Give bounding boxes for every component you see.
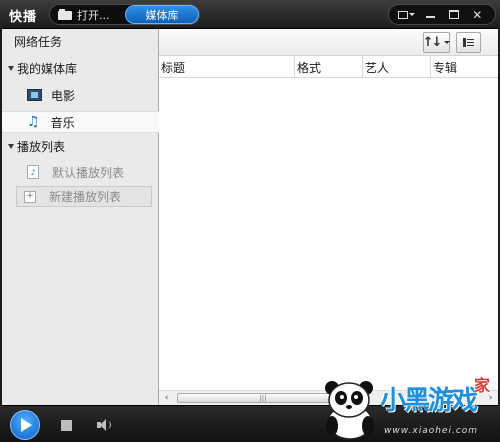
chevron-down-icon [444, 41, 451, 44]
open-file-button[interactable]: 打开... [58, 5, 110, 24]
view-mode-button[interactable] [456, 32, 481, 53]
minimize-button[interactable] [421, 7, 439, 23]
column-header-format[interactable]: 格式 [295, 56, 363, 78]
sidebar-item-label: 网络任务 [14, 34, 63, 49]
maximize-button[interactable] [445, 7, 463, 23]
column-header-artist[interactable]: 艺人 [363, 56, 431, 78]
app-title: 快播 [9, 10, 38, 25]
sort-icon: ↑↓ [422, 35, 443, 50]
stop-button[interactable] [61, 420, 72, 431]
mode-switcher: 打开... 媒体库 [49, 4, 200, 25]
skin-menu-button[interactable] [398, 7, 416, 23]
scroll-right-arrow[interactable]: › [483, 391, 498, 405]
close-icon: ✕ [472, 7, 483, 22]
plus-icon: + [24, 190, 36, 203]
sidebar-item-movies[interactable]: 电影 [2, 84, 159, 106]
scroll-left-arrow[interactable]: ‹ [159, 391, 174, 405]
media-list[interactable] [159, 78, 498, 390]
new-playlist-button[interactable]: + 新建播放列表 [16, 186, 152, 207]
library-toolbar: ↑↓ [159, 29, 498, 56]
sidebar-item-label: 音乐 [50, 115, 75, 130]
volume-icon[interactable] [97, 418, 111, 432]
film-icon [27, 89, 42, 101]
play-icon [21, 418, 32, 432]
table-header: 标题 格式 艺人 专辑 [159, 56, 498, 78]
open-file-label: 打开... [77, 8, 110, 22]
playlist-icon: ♪ [27, 165, 39, 179]
expand-triangle-icon[interactable] [8, 65, 14, 71]
music-note-icon: ♫ [27, 114, 40, 130]
column-header-album[interactable]: 专辑 [431, 56, 498, 78]
sidebar-item-default-playlist[interactable]: ♪ 默认播放列表 [2, 161, 159, 183]
scrollbar-thumb[interactable]: ||| [177, 393, 349, 403]
window-controls: ✕ [388, 4, 496, 25]
expand-triangle-icon[interactable] [8, 143, 14, 149]
list-view-icon [463, 38, 474, 47]
media-library-tab[interactable]: 媒体库 [125, 5, 199, 24]
play-button[interactable] [10, 410, 40, 440]
minimize-icon [425, 16, 435, 18]
close-button[interactable]: ✕ [468, 7, 486, 23]
sidebar-section-label: 播放列表 [17, 139, 66, 154]
folder-icon [58, 9, 72, 20]
column-header-title[interactable]: 标题 [159, 56, 295, 78]
sidebar-item-music[interactable]: ♫ 音乐 [2, 111, 159, 133]
sidebar-section-my-library[interactable]: 我的媒体库 [2, 57, 159, 79]
sidebar-item-label: 电影 [51, 88, 76, 103]
sort-button[interactable]: ↑↓ [422, 32, 451, 53]
player-controls [0, 405, 500, 442]
maximize-icon [448, 10, 459, 19]
sidebar-section-playlists[interactable]: 播放列表 [2, 135, 159, 157]
title-bar: 快播 打开... 媒体库 ✕ [0, 0, 500, 29]
sidebar-section-label: 我的媒体库 [17, 61, 78, 76]
sidebar: 网络任务 我的媒体库 电影 ♫ 音乐 播放列表 ♪ 默认播放列表 + 新建播放列… [2, 29, 159, 405]
new-playlist-label: 新建播放列表 [49, 190, 122, 204]
skin-menu-icon [398, 10, 416, 19]
scrollbar-grip: ||| [259, 394, 267, 402]
sidebar-item-network-tasks[interactable]: 网络任务 [2, 30, 159, 52]
sidebar-item-label: 默认播放列表 [52, 165, 125, 180]
horizontal-scrollbar[interactable]: ‹ ||| › [159, 390, 498, 405]
